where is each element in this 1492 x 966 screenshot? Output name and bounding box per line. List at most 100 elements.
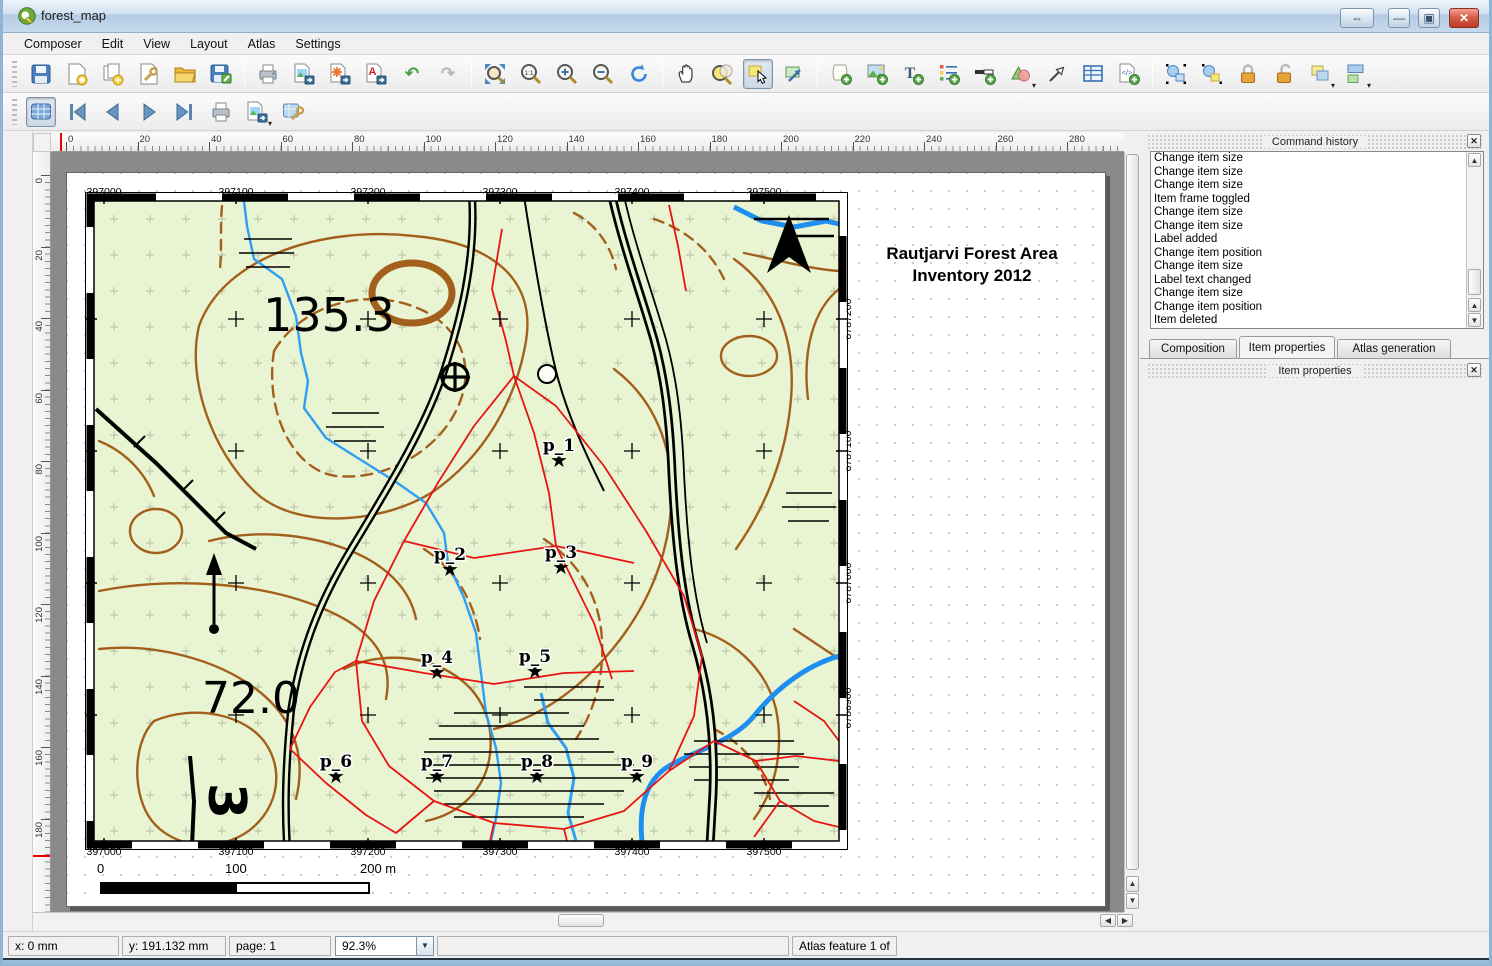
print-button[interactable] [253, 59, 283, 89]
menu-view[interactable]: View [134, 35, 179, 53]
scalebar-segment-black[interactable] [100, 882, 235, 894]
map-item[interactable]: 135.3 72.0 3 ★ ★ ★ ★ ★ ★ [84, 191, 849, 851]
composition-page[interactable]: Rautjarvi Forest Area Inventory 2012 397… [66, 172, 1106, 907]
minimize-button[interactable]: — [1388, 8, 1410, 28]
toolbar-grip[interactable] [12, 99, 17, 125]
preview-atlas-button[interactable] [26, 97, 56, 127]
maximize-button[interactable]: ▣ [1418, 8, 1440, 28]
next-feature-button[interactable] [134, 97, 164, 127]
history-item[interactable]: Change item size [1151, 206, 1483, 220]
history-item[interactable]: Change item size [1151, 152, 1483, 166]
export-as-svg-button[interactable] [325, 59, 355, 89]
composition-title-label[interactable]: Rautjarvi Forest Area Inventory 2012 [822, 243, 1122, 287]
add-new-map-button[interactable] [826, 59, 856, 89]
vertical-scrollbar[interactable]: ▲ ▼ [1124, 152, 1140, 912]
history-item[interactable]: Item frame toggled [1151, 193, 1483, 207]
history-item[interactable]: Label text changed [1151, 274, 1483, 288]
command-history-list[interactable]: Change item size Change item size Change… [1150, 151, 1484, 329]
composition-manager-button[interactable] [134, 59, 164, 89]
load-from-template-button[interactable] [170, 59, 200, 89]
refresh-view-button[interactable] [624, 59, 654, 89]
scroll-down-button[interactable]: ▼ [1468, 313, 1481, 327]
close-panel-icon[interactable]: ✕ [1467, 363, 1481, 377]
deselect-all-button[interactable] [1197, 59, 1227, 89]
zoom-full-button[interactable] [480, 59, 510, 89]
menu-atlas[interactable]: Atlas [239, 35, 285, 53]
scroll-up-button[interactable]: ▲ [1468, 298, 1481, 312]
select-move-item-button[interactable] [743, 59, 773, 89]
horizontal-scrollbar[interactable]: ◀ ▶ [33, 912, 1124, 929]
lock-selected-items-button[interactable] [1233, 59, 1263, 89]
add-image-button[interactable] [862, 59, 892, 89]
add-new-legend-button[interactable] [934, 59, 964, 89]
add-attribute-table-button[interactable] [1078, 59, 1108, 89]
previous-feature-button[interactable] [98, 97, 128, 127]
zoom-in-button[interactable] [552, 59, 582, 89]
scroll-left-button[interactable]: ◀ [1100, 914, 1116, 927]
scroll-right-button[interactable]: ▶ [1117, 914, 1133, 927]
history-item[interactable]: Change item size [1151, 166, 1483, 180]
composition-canvas[interactable]: Rautjarvi Forest Area Inventory 2012 397… [51, 152, 1124, 912]
history-item[interactable]: Item deleted [1151, 328, 1483, 330]
duplicate-composition-button[interactable] [98, 59, 128, 89]
export-as-image-button[interactable] [289, 59, 319, 89]
save-project-button[interactable] [26, 59, 56, 89]
scroll-up-button[interactable]: ▲ [1126, 876, 1139, 892]
save-as-template-button[interactable] [206, 59, 236, 89]
toolbar-grip[interactable] [12, 61, 17, 87]
dock-toggle-button[interactable]: ⇔ [1340, 8, 1374, 28]
group-items-button[interactable]: ▾ [1305, 59, 1335, 89]
history-scrollbar[interactable]: ▲ ▲ ▼ [1466, 152, 1483, 328]
export-atlas-as-image-button[interactable]: ▾ [242, 97, 272, 127]
add-arrow-button[interactable] [1042, 59, 1072, 89]
add-html-frame-button[interactable]: </> [1114, 59, 1144, 89]
first-feature-button[interactable] [62, 97, 92, 127]
history-item[interactable]: Change item size [1151, 179, 1483, 193]
move-item-content-button[interactable] [779, 59, 809, 89]
history-scrollbar-thumb[interactable] [1468, 269, 1481, 295]
menu-composer[interactable]: Composer [15, 35, 91, 53]
last-feature-button[interactable] [170, 97, 200, 127]
command-history-header[interactable]: Command history [1147, 134, 1483, 150]
history-item[interactable]: Change item size [1151, 287, 1483, 301]
history-item[interactable]: Change item position [1151, 301, 1483, 315]
zoom-level-combo[interactable]: 92.3% [335, 936, 417, 956]
print-atlas-button[interactable] [206, 97, 236, 127]
history-item[interactable]: Change item size [1151, 260, 1483, 274]
redo-button[interactable]: ↷ [433, 59, 463, 89]
unlock-all-items-button[interactable] [1269, 59, 1299, 89]
tab-atlas-generation[interactable]: Atlas generation [1337, 339, 1451, 358]
title-bar[interactable]: forest_map ⇔ — ▣ ✕ [3, 0, 1489, 33]
zoom-to-region-button[interactable] [707, 59, 737, 89]
add-new-scalebar-button[interactable] [970, 59, 1000, 89]
scroll-down-button[interactable]: ▼ [1126, 893, 1139, 909]
add-basic-shape-button[interactable]: ▾ [1006, 59, 1036, 89]
horizontal-scrollbar-thumb[interactable] [558, 914, 604, 927]
tab-item-properties[interactable]: Item properties [1239, 336, 1335, 358]
zoom-combo-dropdown-icon[interactable]: ▼ [416, 936, 434, 956]
pan-button[interactable] [671, 59, 701, 89]
scalebar-segment-white[interactable] [235, 882, 370, 894]
select-all-items-button[interactable] [1161, 59, 1191, 89]
item-properties-header[interactable]: Item properties [1147, 363, 1483, 379]
new-composition-button[interactable] [62, 59, 92, 89]
close-panel-icon[interactable]: ✕ [1467, 134, 1481, 148]
add-new-label-button[interactable]: T [898, 59, 928, 89]
history-item[interactable]: Label added [1151, 233, 1483, 247]
history-item[interactable]: Item deleted [1151, 314, 1483, 328]
export-as-pdf-button[interactable]: A [361, 59, 391, 89]
atlas-settings-button[interactable] [278, 97, 308, 127]
vertical-scrollbar-thumb[interactable] [1126, 154, 1139, 870]
tab-composition[interactable]: Composition [1149, 339, 1237, 358]
menu-settings[interactable]: Settings [286, 35, 349, 53]
menu-edit[interactable]: Edit [93, 35, 133, 53]
zoom-actual-size-button[interactable]: 1:1 [516, 59, 546, 89]
scroll-up-button[interactable]: ▲ [1468, 153, 1481, 167]
menu-layout[interactable]: Layout [181, 35, 237, 53]
history-item[interactable]: Change item position [1151, 247, 1483, 261]
zoom-out-button[interactable] [588, 59, 618, 89]
close-button[interactable]: ✕ [1449, 8, 1479, 28]
undo-button[interactable]: ↶ [397, 59, 427, 89]
align-items-button[interactable]: ▾ [1341, 59, 1371, 89]
history-item[interactable]: Change item size [1151, 220, 1483, 234]
